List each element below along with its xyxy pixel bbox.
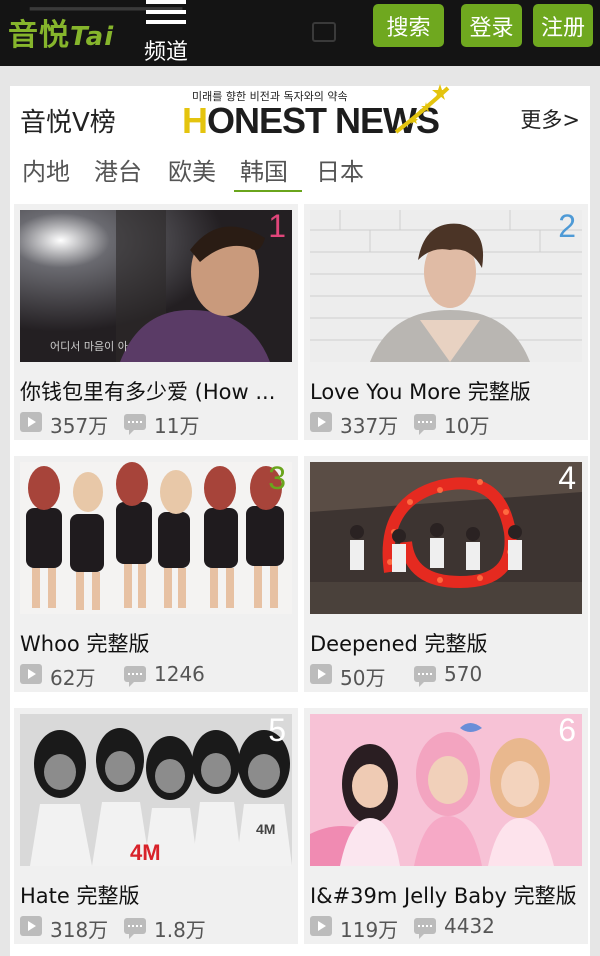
video-title[interactable]: Hate 完整版 (20, 880, 294, 910)
tab-west[interactable]: 欧美 (168, 150, 216, 192)
play-count-icon (20, 412, 42, 432)
video-title[interactable]: I&#39m Jelly Baby 完整版 (310, 880, 584, 910)
tab-japan[interactable]: 日本 (316, 150, 364, 192)
video-title[interactable]: Whoo 完整版 (20, 628, 294, 658)
video-card[interactable]: 2 Love You More 完整版 337万 10万 (304, 204, 588, 440)
star-swoosh-icon (394, 84, 450, 134)
video-card[interactable]: 어디서 마음이 아 1 你钱包里有多少爱 (How ... 357万 11万 (14, 204, 298, 440)
comment-count: 10万 (444, 414, 490, 438)
top-bar: ▁▁▁▁▁▁▁▁▁ 音悦Tai 频道 搜索 登录 注册 (0, 0, 600, 66)
comment-icon (124, 666, 146, 687)
tab-hk-tw[interactable]: 港台 (94, 150, 142, 192)
play-count-icon (310, 664, 332, 684)
tab-mainland[interactable]: 内地 (22, 150, 70, 192)
video-title[interactable]: Deepened 完整版 (310, 628, 584, 658)
comment-icon (124, 918, 146, 939)
logo-suffix: Tai (70, 22, 115, 52)
menu-label: 频道 (144, 40, 189, 65)
play-count: 318万 (50, 918, 109, 942)
more-link[interactable]: 更多> (520, 104, 580, 134)
background-icon (312, 22, 336, 42)
play-count: 357万 (50, 414, 109, 438)
honest-news-watermark: 미래를 향한 비전과 독자와의 약속 HONEST NEWS (182, 84, 452, 146)
video-title[interactable]: Love You More 完整版 (310, 376, 584, 406)
tab-korea[interactable]: 韩国 (234, 150, 302, 192)
login-button[interactable]: 登录 (461, 4, 522, 47)
video-stats: 357万 11万 (20, 410, 294, 438)
4minute-thumbnail[interactable]: 4M 4M 5 (20, 714, 292, 866)
rank-badge: 2 (558, 210, 576, 244)
comment-count: 570 (444, 662, 483, 686)
girl-group-thumbnail[interactable]: 3 (20, 462, 292, 614)
channel-menu-button[interactable]: 频道 (140, 0, 194, 66)
video-card[interactable]: 4 Deepened 完整版 50万 570 (304, 456, 588, 692)
logo-text: 音悦 (8, 18, 70, 53)
comment-count: 1.8万 (154, 918, 206, 942)
watermark-h: H (182, 100, 208, 141)
stage-lights-thumbnail[interactable]: 4 (310, 462, 582, 614)
play-count: 337万 (340, 414, 399, 438)
rank-badge: 5 (268, 714, 286, 748)
play-count-icon (20, 664, 42, 684)
video-stats: 119万 4432 (310, 914, 584, 942)
rank-badge: 6 (558, 714, 576, 748)
video-card[interactable]: 6 I&#39m Jelly Baby 完整版 119万 4432 (304, 708, 588, 944)
rank-badge: 3 (268, 462, 286, 496)
video-stats: 50万 570 (310, 662, 584, 690)
region-tabs: 内地 港台 欧美 韩国 日本 (10, 150, 364, 194)
comment-count: 4432 (444, 914, 495, 938)
svg-text:4M: 4M (256, 821, 275, 837)
search-button[interactable]: 搜索 (373, 4, 444, 47)
vchart-panel: 音悦V榜 미래를 향한 비전과 독자와의 약속 HONEST NEWS 更多> … (10, 84, 590, 956)
comment-count: 1246 (154, 662, 205, 686)
svg-text:4M: 4M (130, 840, 161, 865)
comment-icon (124, 414, 146, 435)
play-count-icon (310, 916, 332, 936)
comment-count: 11万 (154, 414, 200, 438)
menu-icon (146, 0, 186, 4)
svg-text:어디서 마음이 아: 어디서 마음이 아 (50, 340, 128, 353)
panel-title: 音悦V榜 (20, 108, 116, 138)
singer-thumbnail[interactable]: 2 (310, 210, 582, 362)
video-stats: 337万 10万 (310, 410, 584, 438)
comment-icon (414, 918, 436, 939)
comment-icon (414, 666, 436, 687)
video-title[interactable]: 你钱包里有多少爱 (How ... (20, 376, 294, 406)
site-logo[interactable]: 音悦Tai (8, 10, 114, 54)
pink-girl-group-thumbnail[interactable]: 6 (310, 714, 582, 866)
man-portrait-thumbnail[interactable]: 어디서 마음이 아 1 (20, 210, 292, 362)
video-card[interactable]: 4M 4M 5 Hate 完整版 318万 1.8万 (14, 708, 298, 944)
play-count: 62万 (50, 666, 96, 690)
play-count: 50万 (340, 666, 386, 690)
video-stats: 62万 1246 (20, 662, 294, 690)
register-button[interactable]: 注册 (533, 4, 593, 47)
rank-badge: 1 (268, 210, 286, 244)
comment-icon (414, 414, 436, 435)
play-count-icon (310, 412, 332, 432)
video-card[interactable]: 3 Whoo 完整版 62万 1246 (14, 456, 298, 692)
rank-badge: 4 (558, 462, 576, 496)
play-count: 119万 (340, 918, 399, 942)
video-stats: 318万 1.8万 (20, 914, 294, 942)
play-count-icon (20, 916, 42, 936)
